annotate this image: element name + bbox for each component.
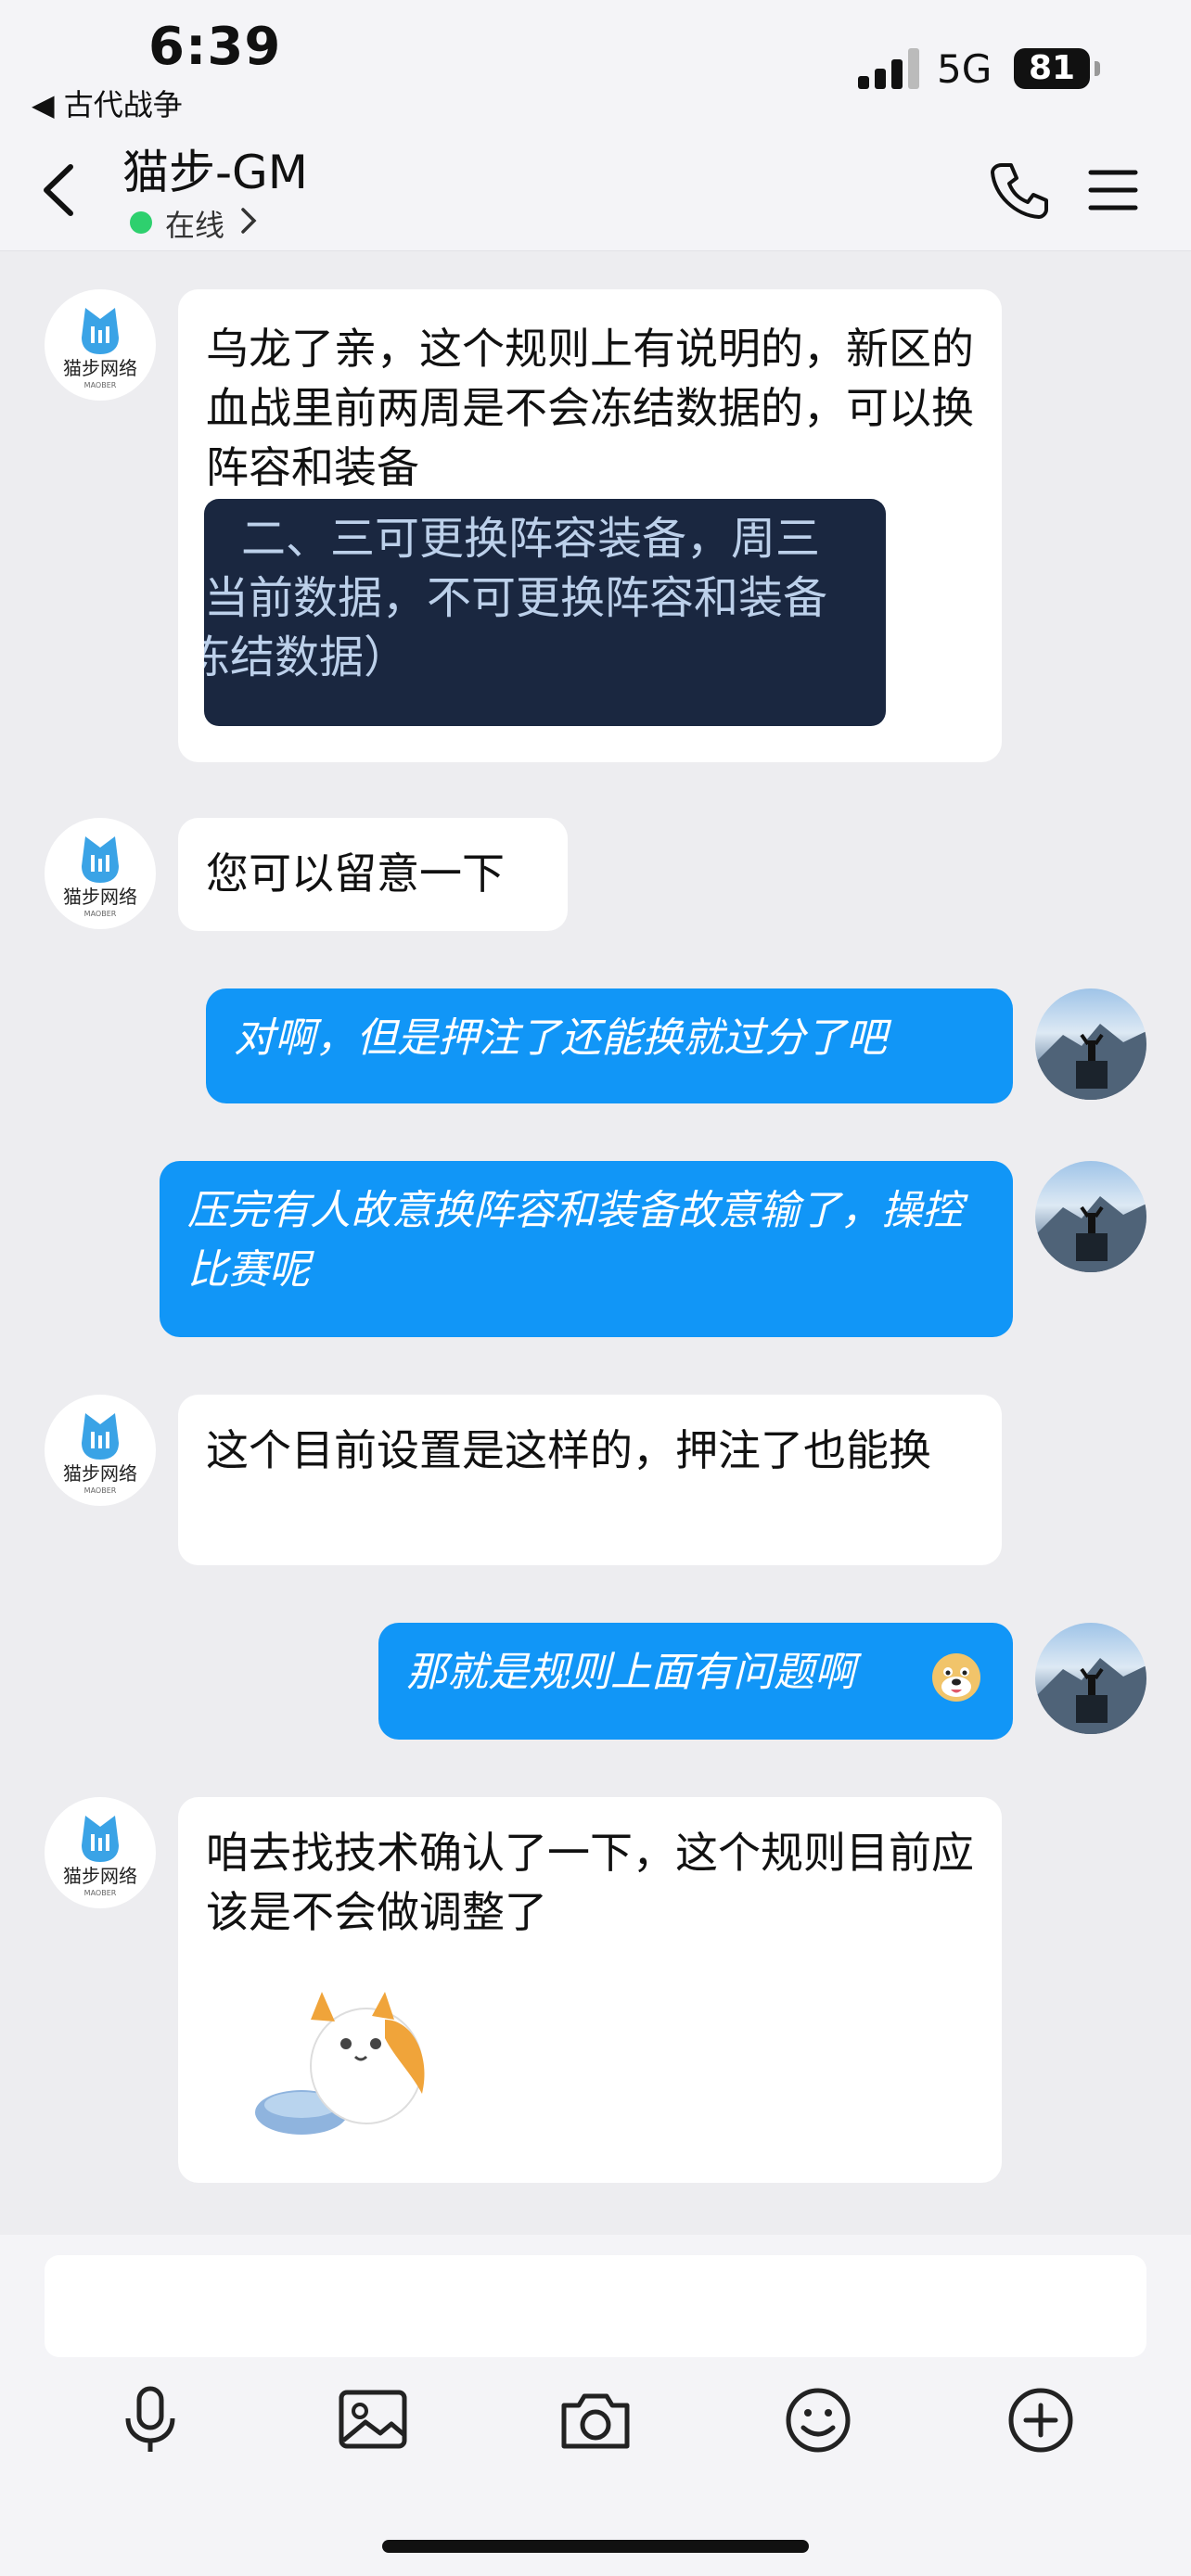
message-text: 咱去找技术确认了一下，这个规则目前应该是不会做调整了: [206, 1828, 974, 1937]
image-text-line: 当前数据，不可更换阵容和装备: [204, 572, 828, 624]
message-text: 您可以留意一下: [206, 848, 505, 899]
message-bubble-incoming[interactable]: 这个目前设置是这样的，押注了也能换: [178, 1395, 1002, 1565]
chevron-right-icon[interactable]: [237, 204, 260, 237]
gm-avatar[interactable]: 猫步网络 MAOBER: [45, 289, 156, 401]
home-indicator[interactable]: [382, 2540, 809, 2553]
maober-logo-icon: 猫步网络 MAOBER: [63, 1816, 137, 1897]
image-text-line: 冻结数据）: [204, 631, 409, 683]
message-text: 压完有人故意换阵容和装备故意输了，操控比赛呢: [187, 1187, 963, 1294]
message-text: 这个目前设置是这样的，押注了也能换: [206, 1425, 931, 1475]
battery-icon: 81: [1014, 48, 1090, 89]
message-bubble-outgoing[interactable]: 压完有人故意换阵容和装备故意输了，操控比赛呢: [160, 1161, 1013, 1337]
user-photo: [1035, 1024, 1146, 1100]
message-bubble-incoming[interactable]: 您可以留意一下: [178, 818, 568, 931]
back-to-app-link[interactable]: ◀ 古代战争: [32, 82, 183, 124]
user-photo: [1035, 1196, 1146, 1272]
status-bar: 6:39 ◀ 古代战争 5G 81: [0, 0, 1191, 130]
camera-icon[interactable]: [558, 2383, 633, 2457]
phone-icon[interactable]: [989, 159, 1050, 221]
svg-text:MAOBER: MAOBER: [84, 381, 117, 389]
message-text: 对啊，但是押注了还能换就过分了吧: [234, 1014, 887, 1062]
online-status-label[interactable]: 在线: [165, 202, 224, 245]
back-chevron-icon[interactable]: [37, 158, 83, 223]
message-bubble-outgoing[interactable]: 对啊，但是押注了还能换就过分了吧: [206, 988, 1013, 1103]
online-status-dot: [130, 211, 152, 234]
chat-header: 猫步-GM 在线: [0, 130, 1191, 251]
gm-avatar[interactable]: 猫步网络 MAOBER: [45, 818, 156, 929]
svg-text:猫步网络: 猫步网络: [63, 1865, 137, 1887]
message-text: 乌龙了亲，这个规则上有说明的，新区的血战里前两周是不会冻结数据的，可以换阵容和装…: [206, 324, 974, 492]
user-photo: [1035, 1658, 1146, 1734]
svg-text:MAOBER: MAOBER: [84, 1486, 117, 1495]
message-text: 那就是规则上面有问题啊: [406, 1649, 855, 1696]
screenshot-image[interactable]: 二、三可更换阵容装备，周三 当前数据，不可更换阵容和装备 冻结数据）: [204, 499, 886, 726]
cat-sticker-image[interactable]: [246, 1964, 450, 2149]
svg-text:猫步网络: 猫步网络: [63, 1462, 137, 1485]
maober-logo-icon: 猫步网络 MAOBER: [63, 1413, 137, 1495]
message-bubble-outgoing[interactable]: 那就是规则上面有问题啊: [378, 1623, 1013, 1740]
user-avatar[interactable]: [1035, 1623, 1146, 1734]
menu-icon[interactable]: [1087, 165, 1139, 215]
maober-logo-icon: 猫步网络 MAOBER: [63, 836, 137, 918]
svg-text:猫步网络: 猫步网络: [63, 357, 137, 379]
dog-face-emoji-icon: [932, 1653, 980, 1702]
microphone-icon[interactable]: [113, 2383, 187, 2457]
svg-text:MAOBER: MAOBER: [84, 1889, 117, 1897]
svg-text:MAOBER: MAOBER: [84, 910, 117, 918]
gm-avatar[interactable]: 猫步网络 MAOBER: [45, 1797, 156, 1908]
status-time: 6:39: [148, 17, 282, 77]
battery-tip: [1095, 61, 1100, 76]
message-input[interactable]: [45, 2255, 1146, 2357]
chat-title[interactable]: 猫步-GM: [122, 135, 308, 202]
emoji-icon[interactable]: [781, 2383, 855, 2457]
image-text-line: 二、三可更换阵容装备，周三: [241, 513, 821, 565]
signal-icon: [858, 48, 923, 89]
image-icon[interactable]: [336, 2383, 410, 2457]
maober-logo-icon: 猫步网络 MAOBER: [63, 308, 137, 389]
user-avatar[interactable]: [1035, 988, 1146, 1100]
network-type: 5G: [937, 46, 992, 92]
svg-text:猫步网络: 猫步网络: [63, 886, 137, 908]
gm-avatar[interactable]: 猫步网络 MAOBER: [45, 1395, 156, 1506]
plus-icon[interactable]: [1004, 2383, 1078, 2457]
user-avatar[interactable]: [1035, 1161, 1146, 1272]
